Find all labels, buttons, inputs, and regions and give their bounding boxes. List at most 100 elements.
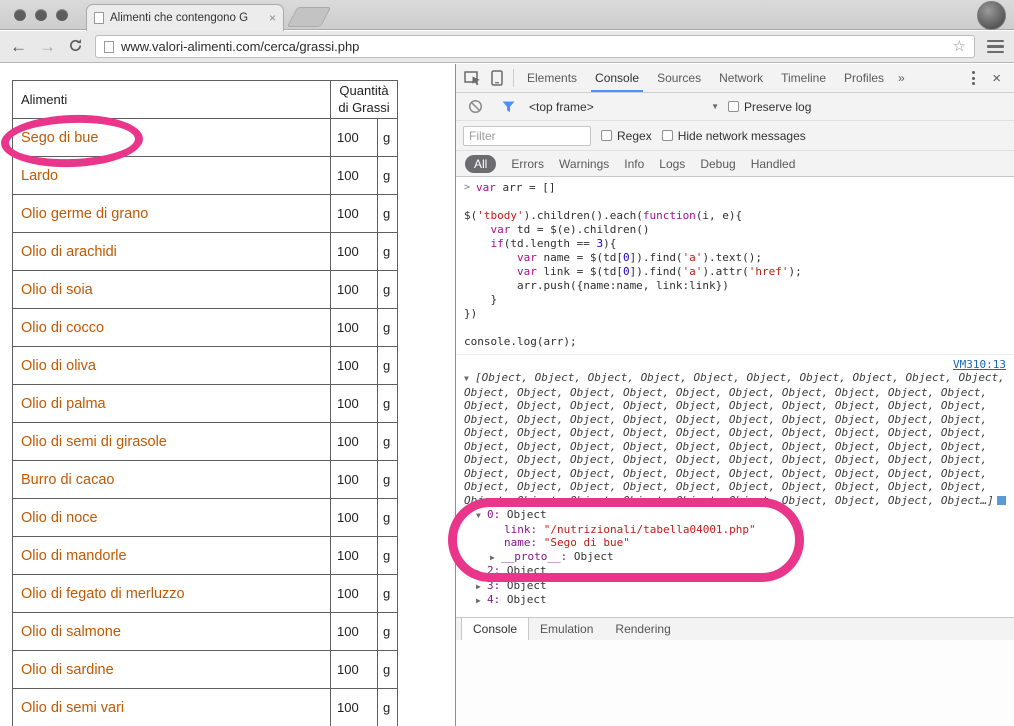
back-icon[interactable]: ← [10,38,27,55]
page-icon [104,41,114,53]
food-link[interactable]: Olio di noce [21,510,98,526]
food-link[interactable]: Olio di semi vari [21,700,124,716]
food-link[interactable]: Olio di arachidi [21,244,117,260]
tree-row-3[interactable]: ▶3: Object [464,579,1006,594]
browser-menu-icon[interactable] [987,40,1004,54]
console-input-code: $('tbody').children().each(function(i, e… [464,195,1006,349]
expanded-triangle-icon[interactable]: ▼ [476,509,487,523]
drawer-tab-console[interactable]: Console [461,618,529,640]
forward-icon[interactable]: → [39,38,56,55]
level-debug[interactable]: Debug [700,158,735,170]
quantity-cell: 100 [331,575,378,613]
unit-cell: g [378,499,398,537]
collapse-triangle-icon[interactable]: ▼ [464,372,475,386]
quantity-cell: 100 [331,157,378,195]
tab-sources[interactable]: Sources [648,64,710,92]
drawer-tab-rendering[interactable]: Rendering [604,618,681,640]
tree-row-2[interactable]: ▶2: Object [464,564,1006,579]
table-row: Lardo 100 g [13,157,398,195]
console-prompt-code: var arr = [] [476,181,555,195]
filter-funnel-icon[interactable] [496,93,520,120]
food-link[interactable]: Olio di salmone [21,624,121,640]
tree-row-0[interactable]: ▼0: Object [464,508,1006,523]
array-preview[interactable]: ▼[Object, Object, Object, Object, Object… [464,371,1006,507]
food-link[interactable]: Olio di palma [21,396,106,412]
level-handled[interactable]: Handled [751,158,796,170]
source-location-link[interactable]: VM310:13 [953,358,1006,371]
console-prompt-icon: > [464,181,470,195]
tab-close-icon[interactable]: × [269,12,276,24]
tab-favicon-icon [94,12,104,24]
browser-profile-icon[interactable] [977,1,1006,30]
food-link[interactable]: Olio di semi di girasole [21,434,167,450]
clear-console-icon[interactable] [463,93,487,120]
new-tab-button[interactable] [287,7,332,27]
traffic-light-zoom[interactable] [56,9,68,21]
tab-timeline[interactable]: Timeline [772,64,835,92]
console-filter-input[interactable] [463,126,591,146]
level-info[interactable]: Info [624,158,644,170]
url-text: www.valori-alimenti.com/cerca/grassi.php [121,39,359,54]
devtools-panel: Elements Console Sources Network Timelin… [455,64,1014,726]
table-row: Olio di mandorle 100 g [13,537,398,575]
table-row: Olio di oliva 100 g [13,347,398,385]
console-log-area[interactable]: > var arr = [] $('tbody').children().eac… [456,177,1014,617]
tab-profiles[interactable]: Profiles [835,64,893,92]
food-link[interactable]: Olio di sardine [21,662,114,678]
tree-row-4[interactable]: ▶4: Object [464,593,1006,608]
food-link[interactable]: Olio di fegato di merluzzo [21,586,185,602]
level-logs[interactable]: Logs [659,158,685,170]
devtools-close-icon[interactable]: × [984,71,1009,86]
unit-cell: g [378,119,398,157]
hide-network-checkbox[interactable] [662,130,673,141]
device-mode-icon[interactable] [485,64,509,92]
regex-label: Regex [617,129,652,143]
food-link[interactable]: Sego di bue [21,130,98,146]
unit-cell: g [378,651,398,689]
chevron-down-icon: ▼ [711,102,719,111]
devtools-menu-icon[interactable] [963,71,984,85]
browser-tab[interactable]: Alimenti che contengono G × [86,4,284,31]
food-link[interactable]: Olio di soia [21,282,93,298]
table-row: Olio germe di grano 100 g [13,195,398,233]
unit-cell: g [378,613,398,651]
url-field[interactable]: www.valori-alimenti.com/cerca/grassi.php… [95,35,975,58]
bookmark-star-icon[interactable]: ☆ [953,39,966,54]
collapsed-triangle-icon[interactable]: ▶ [490,551,501,565]
collapsed-triangle-icon[interactable]: ▶ [476,580,487,594]
tab-title: Alimenti che contengono G [110,12,263,24]
filter-row: Regex Hide network messages [456,121,1014,151]
tree-row-proto[interactable]: ▶__proto__: Object [464,550,1006,565]
unit-cell: g [378,233,398,271]
frame-selector[interactable]: <top frame> ▼ [529,100,719,114]
array-info-icon [997,496,1006,505]
traffic-light-minimize[interactable] [35,9,47,21]
unit-cell: g [378,689,398,726]
food-link[interactable]: Lardo [21,168,58,184]
food-link[interactable]: Olio di cocco [21,320,104,336]
level-errors[interactable]: Errors [511,158,544,170]
drawer-tab-emulation[interactable]: Emulation [529,618,604,640]
collapsed-triangle-icon[interactable]: ▶ [476,565,487,579]
tab-network[interactable]: Network [710,64,772,92]
food-link[interactable]: Burro di cacao [21,472,115,488]
traffic-light-close[interactable] [14,9,26,21]
preserve-log-checkbox[interactable] [728,101,739,112]
food-link[interactable]: Olio di oliva [21,358,96,374]
level-all[interactable]: All [465,155,496,173]
regex-checkbox[interactable] [601,130,612,141]
more-tabs-chevron-icon[interactable]: » [893,71,910,85]
table-row: Olio di semi di girasole 100 g [13,423,398,461]
reload-icon[interactable] [68,38,83,56]
food-link[interactable]: Olio di mandorle [21,548,127,564]
tab-elements[interactable]: Elements [518,64,586,92]
level-warnings[interactable]: Warnings [559,158,609,170]
inspect-element-icon[interactable] [461,64,485,92]
quantity-cell: 100 [331,271,378,309]
tab-console[interactable]: Console [586,64,648,92]
collapsed-triangle-icon[interactable]: ▶ [476,594,487,608]
unit-cell: g [378,575,398,613]
table-row: Olio di salmone 100 g [13,613,398,651]
quantity-cell: 100 [331,233,378,271]
food-link[interactable]: Olio germe di grano [21,206,148,222]
